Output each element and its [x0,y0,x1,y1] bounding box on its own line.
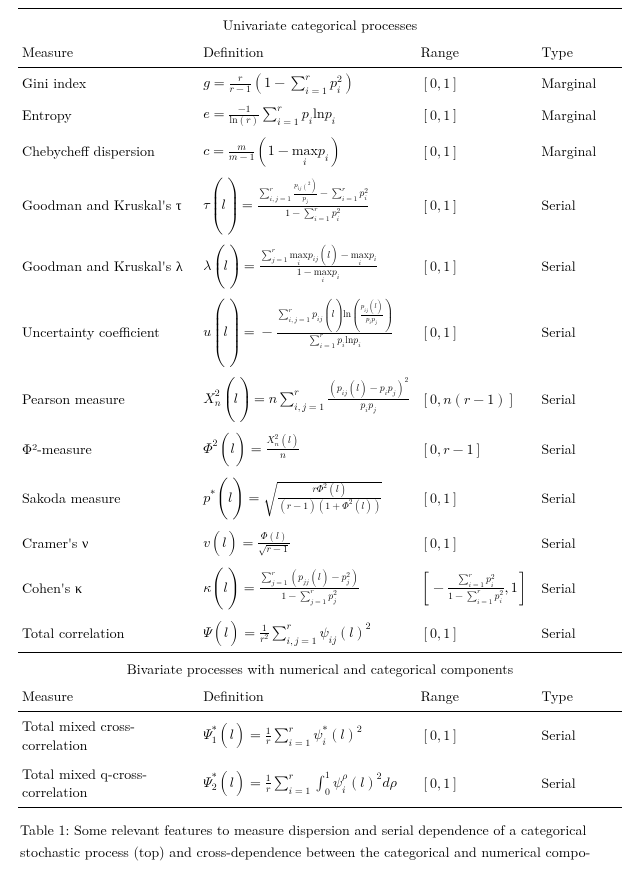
table-row: Uncertainty coefficient u(l)=− ∑i,j=1rpi… [18,293,622,372]
measure-def: τ(l)= ∑i,j=1rpij(2)pj−∑i=1rpi2 1−∑i=1rpi… [199,172,416,239]
col-measure: Measure [18,39,199,68]
measure-def: κ(l)= ∑j=1r(pjj(l)−pj2) 1−∑j=1rpj2 [199,562,416,615]
col-type: Type [537,39,622,68]
measure-name: Φ²-measure [18,427,199,472]
measure-range: [0,r−1] [417,427,538,472]
measure-type: Serial [537,172,622,239]
measure-type: Serial [537,293,622,372]
measure-def: g=rr−1(1−∑i=1rpi2) [199,68,416,100]
measure-range: [−∑i=1rpi21−∑i=1rpi2,1] [417,562,538,615]
table-row: Gini index g=rr−1(1−∑i=1rpi2) [0,1] Marg… [18,68,622,100]
measure-name: Gini index [18,68,199,100]
measure-range: [0,1] [417,293,538,372]
section-univariate: Univariate categorical processes [18,9,622,40]
measure-name: Sakoda measure [18,472,199,525]
col-measure: Measure [18,683,199,712]
measure-def: Ψ1*(l)=1r∑i=1rψi*(l)2 [199,711,416,759]
measure-def: Ψ(l)=1r2∑i,j=1rψij(l)2 [199,615,416,653]
table-row: Sakoda measure p*(l)=rΦ2(l)(r−1)(1+Φ2(l)… [18,472,622,525]
table-caption: Table 1: Some relevant features to measu… [18,808,622,863]
table-row: Entropy e=−1ln(r)∑i=1rpiln⁡pi [0,1] Marg… [18,99,622,131]
table-row: Total mixed q-cross-correlation Ψ2*(l)=1… [18,760,622,808]
measure-type: Serial [537,711,622,759]
measure-range: [0,n(r−1)] [417,372,538,427]
table-row: Cohen's κ κ(l)= ∑j=1r(pjj(l)−pj2) 1−∑j=1… [18,562,622,615]
measure-name: Chebycheff dispersion [18,131,199,172]
section-bivariate: Bivariate processes with numerical and c… [18,652,622,683]
measure-def: p*(l)=rΦ2(l)(r−1)(1+Φ2(l)) [199,472,416,525]
measure-name: Total mixed cross-correlation [18,711,199,759]
measure-name: Total correlation [18,615,199,653]
measure-def: Ψ2*(l)=1r∑i=1r∫01ψiρ(l)2dρ [199,760,416,808]
measure-type: Marginal [537,99,622,131]
measure-name: Pearson measure [18,372,199,427]
measure-def: Χn2(l)=n∑i,j=1r(pij(l)−pipj)2pipj [199,372,416,427]
measure-def: λ(l)= ∑j=1rmaxipij(l)−maxipi 1−maxipi [199,240,416,294]
col-range: Range [417,39,538,68]
table-row: Goodman and Kruskal's λ λ(l)= ∑j=1rmaxip… [18,240,622,294]
col-definition: Definition [199,683,416,712]
table-row: Chebycheff dispersion c=mm−1(1−maxipi) [… [18,131,622,172]
measure-name: Goodman and Kruskal's τ [18,172,199,239]
table-row: Pearson measure Χn2(l)=n∑i,j=1r(pij(l)−p… [18,372,622,427]
measure-range: [0,1] [417,172,538,239]
measure-range: [0,1] [417,472,538,525]
table-row: Cramer's ν v(l)=Φ(l)r−1 [0,1] Serial [18,525,622,562]
measure-type: Serial [537,240,622,294]
measure-type: Serial [537,615,622,653]
measure-range: [0,1] [417,615,538,653]
col-range: Range [417,683,538,712]
measure-type: Serial [537,760,622,808]
table-row: Φ²-measure Φ2(l)=Χn2(l)n [0,r−1] Serial [18,427,622,472]
measure-range: [0,1] [417,711,538,759]
measure-type: Serial [537,472,622,525]
measure-def: v(l)=Φ(l)r−1 [199,525,416,562]
col-definition: Definition [199,39,416,68]
measure-range: [0,1] [417,760,538,808]
measure-range: [0,1] [417,99,538,131]
measure-def: c=mm−1(1−maxipi) [199,131,416,172]
measure-range: [0,1] [417,68,538,100]
measure-def: e=−1ln(r)∑i=1rpiln⁡pi [199,99,416,131]
measure-name: Goodman and Kruskal's λ [18,240,199,294]
measures-table: Univariate categorical processes Measure… [18,8,622,808]
measure-name: Cramer's ν [18,525,199,562]
measure-type: Marginal [537,68,622,100]
table-row: Total correlation Ψ(l)=1r2∑i,j=1rψij(l)2… [18,615,622,653]
measure-range: [0,1] [417,131,538,172]
measure-type: Serial [537,372,622,427]
measure-def: u(l)=− ∑i,j=1rpij(l)ln(pij(l)pipj) ∑i=1r… [199,293,416,372]
measure-name: Cohen's κ [18,562,199,615]
measure-def: Φ2(l)=Χn2(l)n [199,427,416,472]
measure-type: Serial [537,525,622,562]
col-type: Type [537,683,622,712]
measure-type: Serial [537,562,622,615]
measure-name: Entropy [18,99,199,131]
measure-range: [0,1] [417,240,538,294]
measure-range: [0,1] [417,525,538,562]
table-row: Total mixed cross-correlation Ψ1*(l)=1r∑… [18,711,622,759]
measure-name: Uncertainty coefficient [18,293,199,372]
measure-type: Serial [537,427,622,472]
measure-type: Marginal [537,131,622,172]
measure-name: Total mixed q-cross-correlation [18,760,199,808]
table-row: Goodman and Kruskal's τ τ(l)= ∑i,j=1rpij… [18,172,622,239]
